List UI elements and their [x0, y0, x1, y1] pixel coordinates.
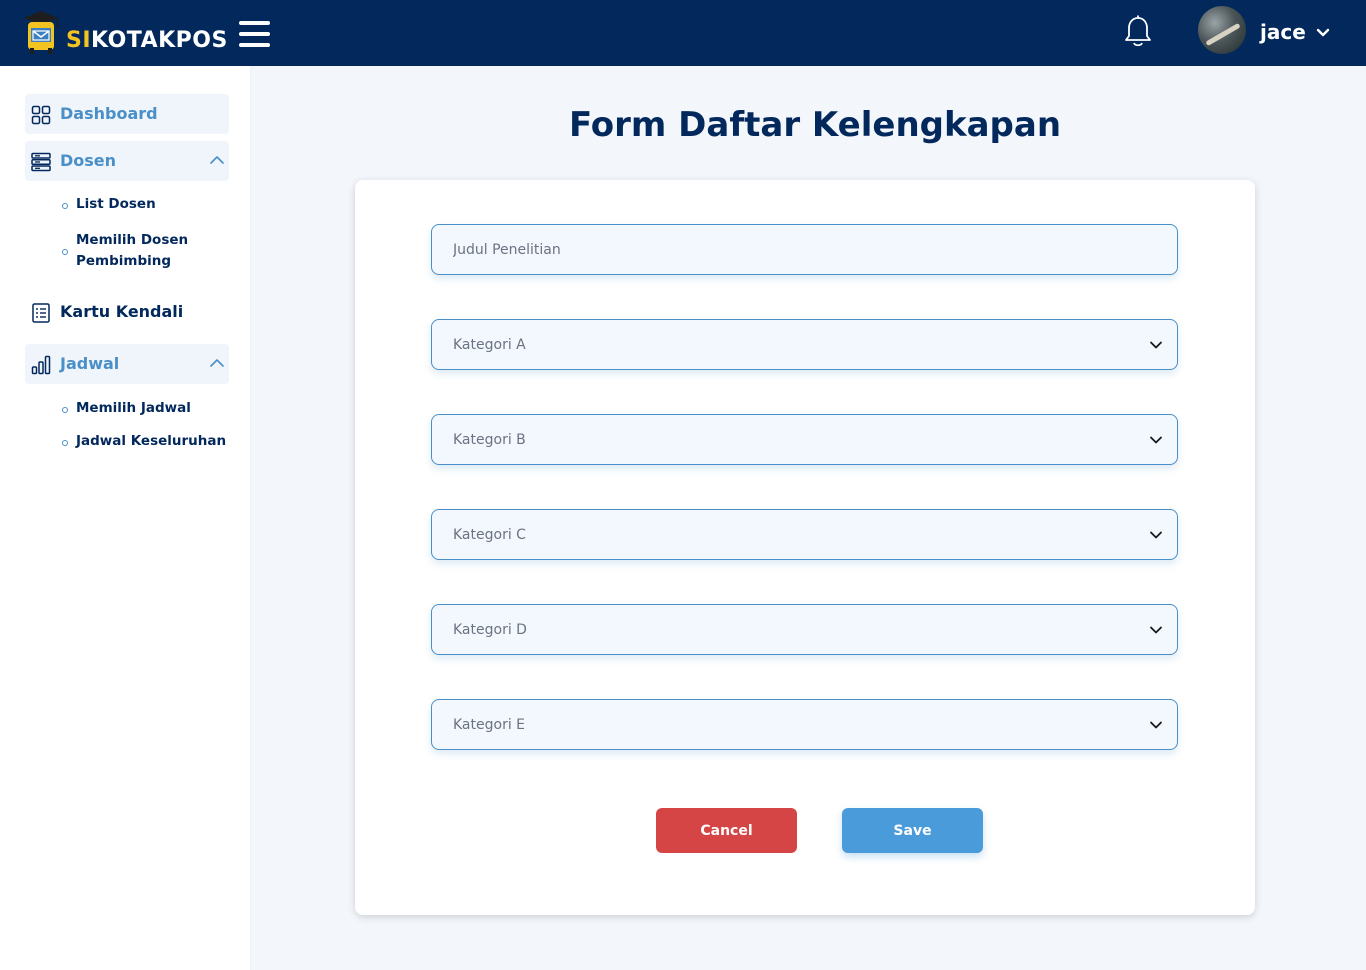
sidebar-subitem-jadwal-keseluruhan[interactable]: Jadwal Keseluruhan	[76, 431, 226, 452]
save-button[interactable]: Save	[842, 808, 983, 853]
page-title: Form Daftar Kelengkapan	[568, 105, 1062, 145]
cancel-button[interactable]: Cancel	[656, 808, 797, 853]
kategori-c-select[interactable]: Kategori C	[431, 509, 1178, 560]
sidebar-subitem-memilih-dosen-pembimbing[interactable]: Memilih Dosen Pembimbing	[76, 230, 226, 272]
kategori-a-select[interactable]: Kategori A	[431, 319, 1178, 370]
sidebar-item-label: Dosen	[60, 151, 117, 170]
bullet-icon	[62, 440, 68, 446]
brand-accent: SI	[66, 28, 92, 53]
hamburger-icon[interactable]	[239, 21, 271, 49]
chevron-down-icon	[1150, 531, 1162, 539]
sidebar-subitem-list-dosen[interactable]: List Dosen	[76, 194, 156, 215]
select-placeholder: Kategori E	[453, 717, 526, 733]
kategori-d-select[interactable]: Kategori D	[431, 604, 1178, 655]
chevron-down-icon	[1150, 436, 1162, 444]
logo-icon[interactable]	[20, 10, 62, 58]
bullet-icon	[62, 249, 68, 255]
sidebar-item-dashboard[interactable]: Dashboard	[25, 94, 229, 134]
brand-name: SIKOTAKPOS	[66, 26, 228, 56]
kategori-e-select[interactable]: Kategori E	[431, 699, 1178, 750]
sidebar-item-dosen[interactable]: Dosen	[25, 141, 229, 181]
sidebar-item-jadwal[interactable]: Jadwal	[25, 344, 229, 384]
dashboard-grid-icon	[31, 105, 51, 125]
sidebar-item-label: Kartu Kendali	[60, 302, 184, 321]
chevron-up-icon[interactable]	[209, 356, 225, 370]
chevron-down-icon	[1150, 721, 1162, 729]
server-icon	[31, 152, 51, 172]
judul-penelitian-input[interactable]	[431, 224, 1178, 275]
bar-chart-icon	[31, 355, 51, 375]
select-placeholder: Kategori B	[453, 432, 526, 448]
brand-rest: KOTAKPOS	[91, 28, 228, 53]
top-navbar: SIKOTAKPOS jace	[0, 0, 1366, 66]
sidebar-item-kartu-kendali[interactable]: Kartu Kendali	[25, 292, 229, 332]
bell-icon[interactable]	[1123, 15, 1153, 47]
bullet-icon	[62, 203, 68, 209]
judul-penelitian-field[interactable]	[432, 225, 1177, 274]
sidebar-subitem-memilih-jadwal[interactable]: Memilih Jadwal	[76, 398, 191, 419]
select-placeholder: Kategori A	[453, 337, 526, 353]
chevron-down-icon[interactable]	[1315, 26, 1331, 40]
sidebar-item-label: Dashboard	[60, 104, 158, 123]
kategori-b-select[interactable]: Kategori B	[431, 414, 1178, 465]
bullet-icon	[62, 407, 68, 413]
sidebar: Dashboard Dosen List Dosen Memilih Dosen…	[0, 66, 251, 970]
chevron-down-icon	[1150, 626, 1162, 634]
select-placeholder: Kategori D	[453, 622, 527, 638]
chevron-down-icon	[1150, 341, 1162, 349]
avatar[interactable]	[1198, 6, 1246, 54]
select-placeholder: Kategori C	[453, 527, 526, 543]
chevron-up-icon[interactable]	[209, 153, 225, 167]
username[interactable]: jace	[1260, 18, 1306, 46]
list-document-icon	[32, 303, 50, 323]
sidebar-item-label: Jadwal	[60, 354, 120, 373]
